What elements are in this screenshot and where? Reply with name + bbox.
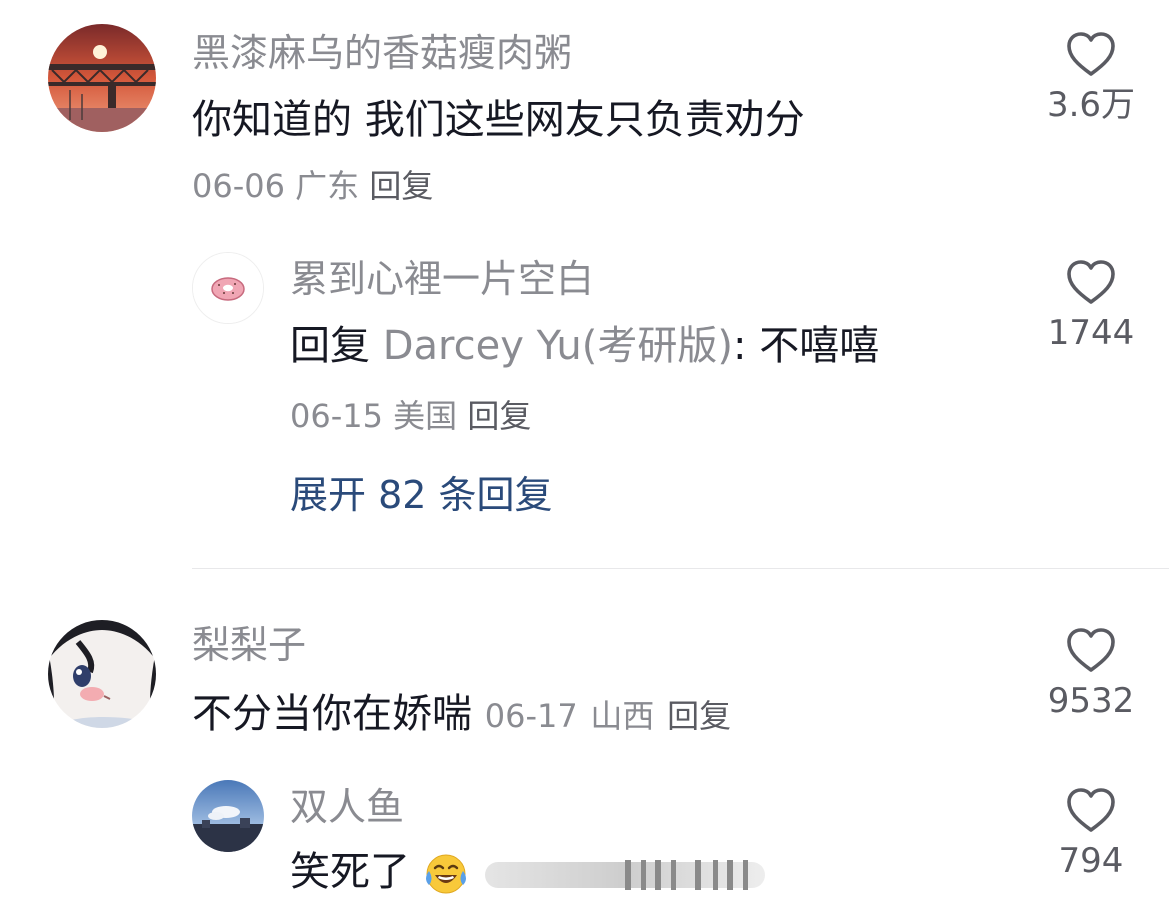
heart-outline-icon: [1067, 32, 1115, 76]
sunset-bridge-image: [48, 24, 156, 132]
comment-date: 06-17: [484, 697, 578, 735]
like-count: 3.6万: [1046, 85, 1136, 125]
blurred-censor-bar: [485, 860, 766, 890]
like-button[interactable]: 1744: [1031, 258, 1151, 354]
like-count: 794: [1058, 841, 1124, 881]
like-button[interactable]: 3.6万: [1031, 30, 1151, 126]
like-button[interactable]: 794: [1031, 786, 1151, 882]
expand-replies-button[interactable]: 展开 82 条回复: [290, 472, 553, 518]
avatar-anime-girl[interactable]: [48, 620, 156, 728]
comment-author[interactable]: 黑漆麻乌的香菇瘦肉粥: [192, 30, 572, 76]
reply-text: 回复 Darcey Yu(考研版): 不嘻嘻: [290, 322, 879, 370]
reply-author[interactable]: 累到心裡一片空白: [290, 256, 594, 302]
comment-text: 你知道的 我们这些网友只负责劝分: [192, 97, 805, 143]
comment-location: 广东: [295, 167, 360, 205]
like-count: 9532: [1047, 681, 1135, 721]
reply-text-line: 笑死了: [290, 848, 785, 897]
comment-location: 山西: [590, 697, 655, 735]
avatar-donut[interactable]: [192, 252, 264, 324]
reply-body: 笑死了: [290, 849, 410, 895]
reply-button[interactable]: 回复: [467, 397, 531, 435]
like-count: 1744: [1047, 313, 1135, 353]
reply-meta: 06-15 美国 回复: [290, 396, 531, 436]
reply-button[interactable]: 回复: [369, 167, 433, 205]
anime-girl-image: [48, 620, 156, 728]
avatar-city-sky[interactable]: [192, 780, 264, 852]
reply-location: 美国: [393, 397, 458, 435]
tears-of-joy-emoji-icon: [425, 854, 466, 894]
comment-divider: [192, 568, 1169, 569]
reply-body: : 不嘻嘻: [733, 323, 880, 369]
heart-outline-icon: [1067, 628, 1115, 672]
mention-link[interactable]: Darcey Yu(考研版): [383, 323, 733, 369]
like-button[interactable]: 9532: [1031, 626, 1151, 722]
comment-text: 不分当你在娇喘: [192, 691, 472, 737]
heart-outline-icon: [1067, 260, 1115, 304]
city-sky-image: [192, 780, 264, 852]
heart-outline-icon: [1067, 788, 1115, 832]
comment-meta: 06-06 广东 回复: [192, 166, 433, 206]
comment-author[interactable]: 梨梨子: [192, 622, 306, 668]
reply-button[interactable]: 回复: [667, 697, 731, 735]
reply-date: 06-15: [290, 397, 383, 435]
reply-prefix: 回复: [290, 323, 370, 369]
reply-author[interactable]: 双人鱼: [290, 784, 404, 830]
donut-image: [193, 253, 263, 323]
comment-date: 06-06: [192, 167, 285, 205]
avatar-sunset-bridge[interactable]: [48, 24, 156, 132]
comment-text-line: 不分当你在娇喘 06-17 山西 回复: [192, 690, 731, 738]
